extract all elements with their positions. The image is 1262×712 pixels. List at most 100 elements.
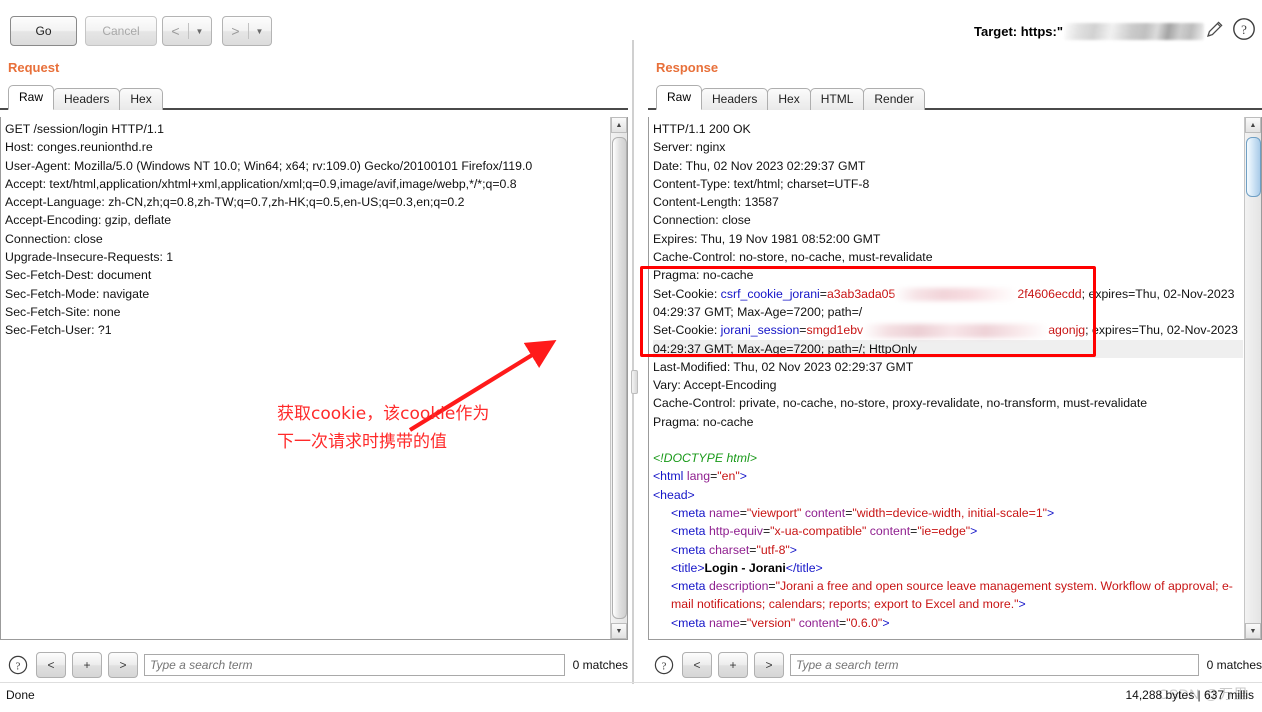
response-header-line: Content-Length: 13587 — [653, 195, 779, 210]
set-cookie-suffix: ; expires=Thu, 02-Nov-2023 — [1081, 286, 1235, 301]
request-search-input[interactable] — [144, 654, 565, 676]
annotation-text: 获取cookie，该cookie作为 下一次请求时携带的值 — [277, 400, 557, 456]
response-search-bar: ? < + > 0 matches — [650, 650, 1262, 680]
search-next-button[interactable]: > — [108, 652, 138, 678]
scrollbar-thumb[interactable] — [1246, 137, 1261, 197]
set-cookie-csrf-line: Set-Cookie: csrf_cookie_jorani=a3ab3ada0… — [653, 286, 1235, 301]
scroll-down-icon[interactable]: ▼ — [1245, 623, 1261, 639]
tag-close: > — [970, 524, 978, 539]
tag-open: <meta — [671, 505, 709, 520]
tab-request-hex[interactable]: Hex — [119, 88, 163, 110]
attr-name: content — [804, 505, 846, 520]
chevron-down-icon[interactable]: ▼ — [189, 27, 211, 36]
set-cookie-prefix: Set-Cookie: — [653, 323, 721, 338]
tag-close: > — [882, 615, 890, 630]
attr-value: "ie=edge" — [917, 524, 971, 539]
body-doctype: <!DOCTYPE html> — [653, 451, 757, 466]
scrollbar-thumb[interactable] — [612, 137, 627, 619]
response-match-count: 0 matches — [1206, 658, 1262, 672]
body-meta-charset: <meta charset="utf-8"> — [671, 542, 797, 557]
attr-name: charset — [708, 542, 750, 557]
response-search-input[interactable] — [790, 654, 1199, 676]
request-title: Request — [8, 60, 60, 75]
forward-button[interactable]: > ▼ — [222, 16, 272, 46]
scroll-up-icon[interactable]: ▲ — [1245, 117, 1261, 133]
back-button[interactable]: < ▼ — [162, 16, 212, 46]
response-raw-text: HTTP/1.1 200 OK Server: nginx Date: Thu,… — [653, 120, 1243, 632]
response-header-line: Last-Modified: Thu, 02 Nov 2023 02:29:37… — [653, 359, 914, 374]
set-cookie-session-line: Set-Cookie: jorani_session=smgd1ebv agonj… — [653, 323, 1238, 339]
attr-value: "x-ua-compatible" — [770, 524, 867, 539]
cookie-name: csrf_cookie_jorani — [720, 286, 820, 301]
request-search-bar: ? < + > 0 matches — [4, 650, 628, 680]
response-raw-view[interactable]: HTTP/1.1 200 OK Server: nginx Date: Thu,… — [648, 117, 1262, 640]
tag-open: <meta — [671, 524, 709, 539]
status-text: Done — [6, 688, 35, 702]
attr-value: "version" — [746, 615, 796, 630]
scroll-up-icon[interactable]: ▲ — [611, 117, 627, 133]
highlighted-line: 04:29:37 GMT; Max-Age=7200; path=/; Http… — [653, 339, 1243, 358]
response-tabs: Raw Headers Hex HTML Render — [648, 85, 1262, 110]
search-add-button[interactable]: + — [72, 652, 102, 678]
tab-request-headers[interactable]: Headers — [53, 88, 121, 110]
chevron-down-icon[interactable]: ▼ — [249, 27, 271, 36]
annotation-line-2: 下一次请求时携带的值 — [277, 432, 447, 452]
cookie-name: jorani_session — [720, 323, 800, 338]
annotation-line-1: 获取cookie，该cookie作为 — [277, 404, 490, 424]
response-header-line: Pragma: no-cache — [653, 268, 754, 283]
tab-request-raw[interactable]: Raw — [8, 85, 55, 110]
tab-response-headers[interactable]: Headers — [701, 88, 769, 110]
request-scrollbar[interactable]: ▲ ▼ — [610, 117, 627, 639]
tag-open: <title> — [671, 560, 705, 575]
target-url: Target: https:" — [974, 20, 1204, 42]
tab-response-render[interactable]: Render — [863, 88, 925, 110]
status-bar: Done CSDN @万里 14,288 bytes | 637 millis — [0, 684, 1262, 712]
body-meta-viewport: <meta name="viewport" content="width=dev… — [671, 505, 1055, 520]
response-header-line: Date: Thu, 02 Nov 2023 02:29:37 GMT — [653, 158, 866, 173]
svg-text:?: ? — [662, 660, 667, 672]
attr-value: "viewport" — [746, 505, 802, 520]
cookie-value-start: a3ab3ada05 — [826, 286, 896, 301]
attr-value: "en" — [717, 469, 740, 484]
response-header-line: Server: nginx — [653, 140, 726, 155]
help-icon[interactable]: ? — [8, 655, 28, 675]
search-next-button[interactable]: > — [754, 652, 784, 678]
response-header-line: Expires: Thu, 19 Nov 1981 08:52:00 GMT — [653, 231, 881, 246]
target-label: Target: https:" — [974, 23, 1063, 39]
help-icon[interactable]: ? — [1232, 17, 1256, 41]
search-prev-button[interactable]: < — [682, 652, 712, 678]
set-cookie-csrf-line2: 04:29:37 GMT; Max-Age=7200; path=/ — [653, 304, 863, 319]
request-match-count: 0 matches — [572, 658, 628, 672]
attr-name: lang — [686, 469, 711, 484]
search-add-button[interactable]: + — [718, 652, 748, 678]
tab-response-hex[interactable]: Hex — [767, 88, 811, 110]
search-prev-button[interactable]: < — [36, 652, 66, 678]
svg-text:?: ? — [1241, 22, 1247, 37]
tab-response-raw[interactable]: Raw — [656, 85, 703, 110]
attr-value: "width=device-width, initial-scale=1" — [852, 505, 1048, 520]
tag-close: </title> — [785, 560, 823, 575]
cookie-value-redacted — [895, 287, 1018, 301]
body-meta-compat: <meta http-equiv="x-ua-compatible" conte… — [671, 524, 978, 539]
scroll-down-icon[interactable]: ▼ — [611, 623, 627, 639]
statusbar-divider — [0, 682, 1262, 683]
target-url-redacted — [1064, 22, 1204, 40]
cookie-value-end: agonjg — [1048, 323, 1086, 338]
attr-name: name — [708, 505, 740, 520]
cancel-button[interactable]: Cancel — [85, 16, 157, 46]
response-scrollbar[interactable]: ▲ ▼ — [1244, 117, 1261, 639]
attr-value: "utf-8" — [756, 542, 790, 557]
tag-close: > — [789, 542, 797, 557]
response-header-line: Pragma: no-cache — [653, 414, 754, 429]
pencil-icon[interactable] — [1204, 18, 1226, 40]
tab-response-html[interactable]: HTML — [809, 88, 865, 110]
request-raw-view[interactable]: GET /session/login HTTP/1.1 Host: conges… — [0, 117, 628, 640]
body-title: <title>Login - Jorani</title> — [653, 559, 1243, 577]
attr-value: "0.6.0" — [846, 615, 883, 630]
panel-divider-grip[interactable] — [631, 370, 638, 394]
request-tabs: Raw Headers Hex — [0, 85, 628, 110]
help-icon[interactable]: ? — [654, 655, 674, 675]
go-button[interactable]: Go — [10, 16, 77, 46]
cookie-value-start: smgd1ebv — [806, 323, 864, 338]
